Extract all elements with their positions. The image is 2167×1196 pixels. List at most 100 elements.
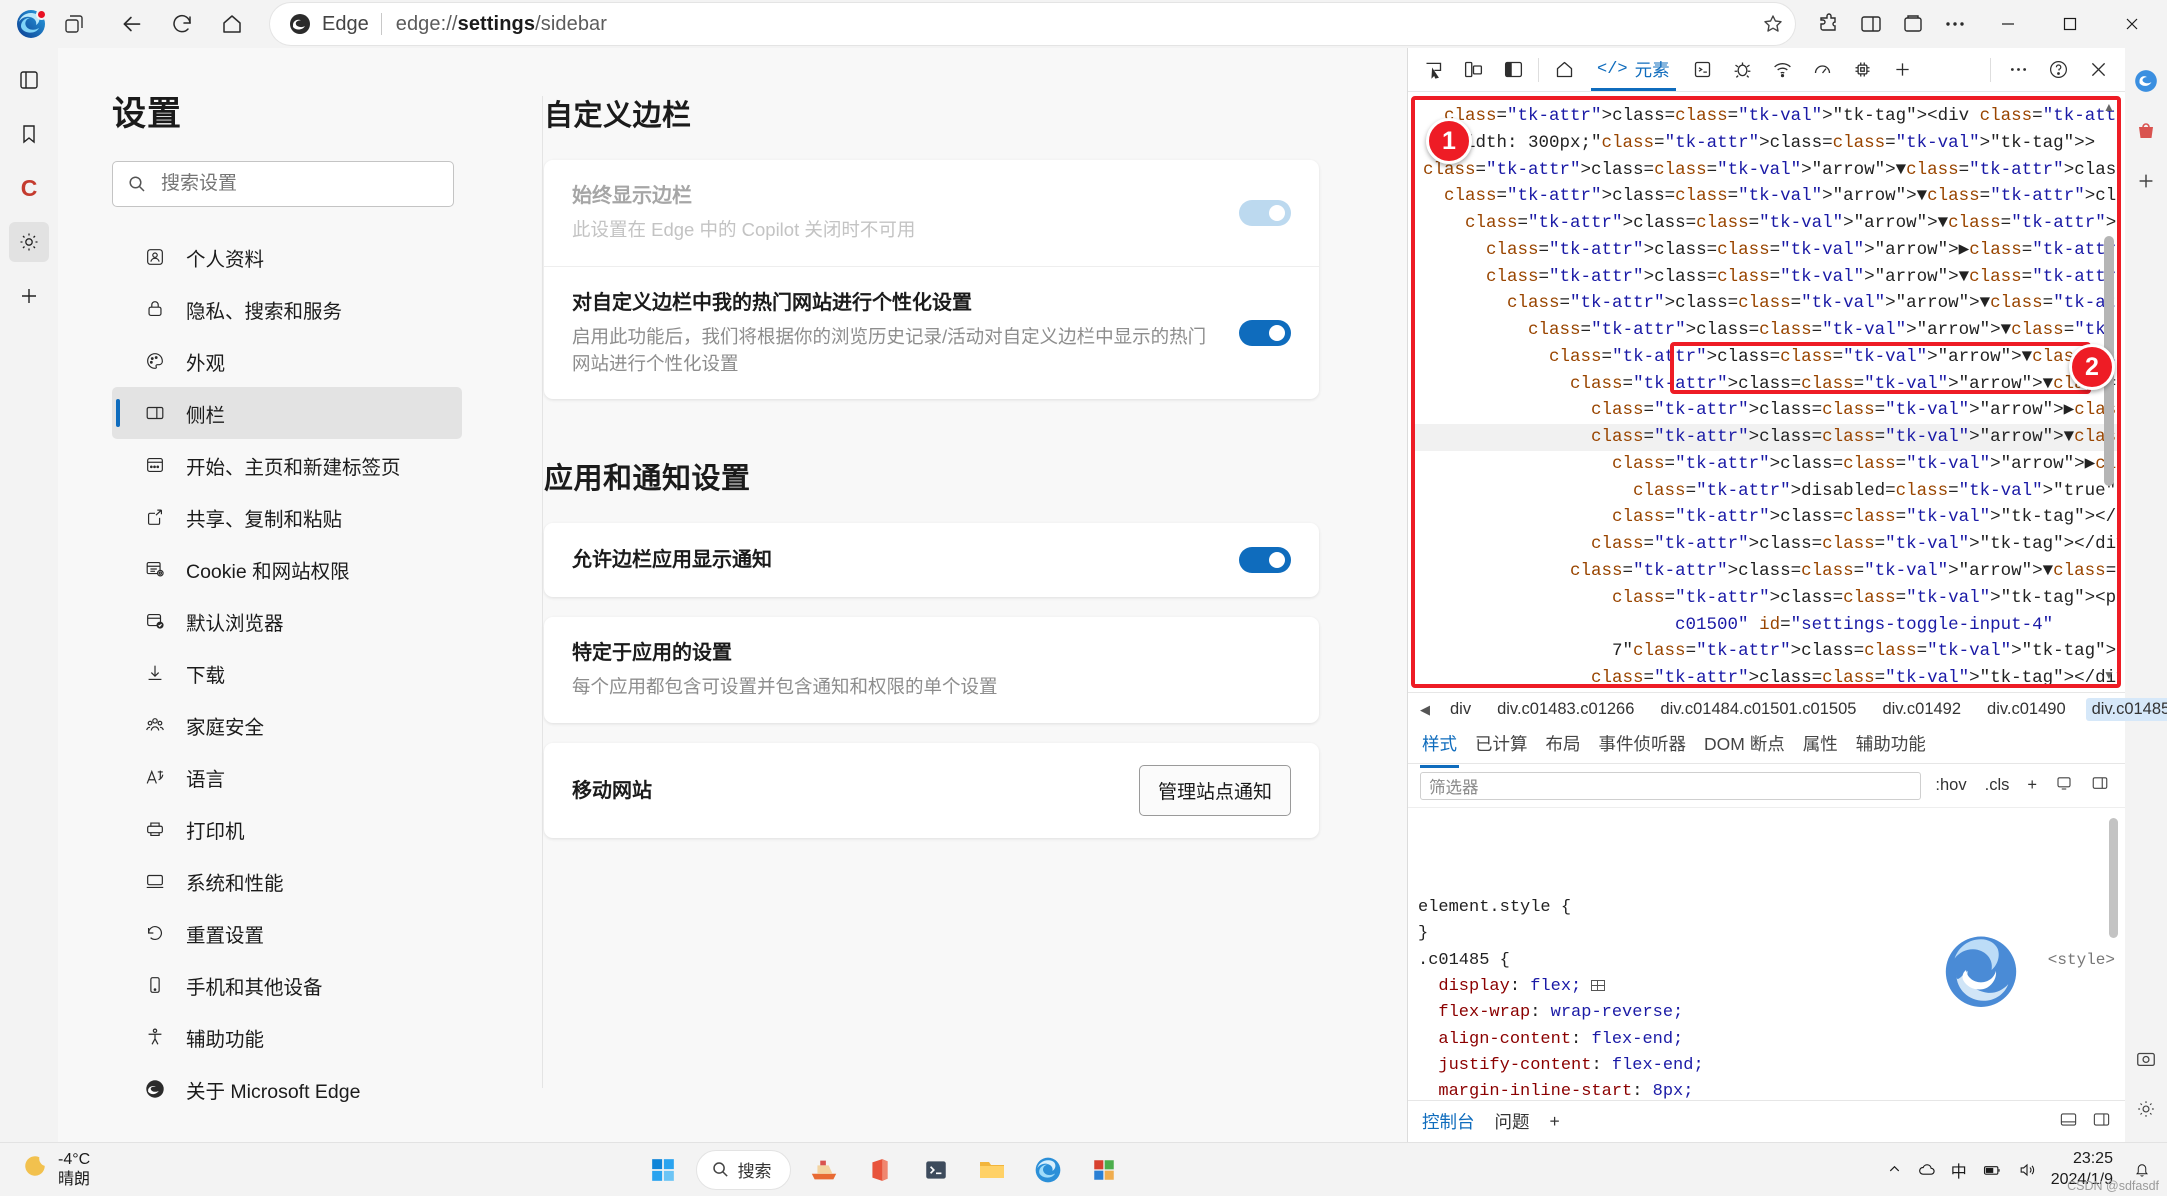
styles-scrollbar[interactable] bbox=[2109, 818, 2119, 1090]
maximize-button[interactable] bbox=[2039, 1, 2101, 47]
computed-sidebar-icon[interactable] bbox=[2087, 774, 2113, 797]
breadcrumb-item[interactable]: div bbox=[1444, 698, 1477, 721]
sidebar-item-15[interactable]: 手机和其他设备 bbox=[112, 959, 462, 1011]
sidebar-item-9[interactable]: 下载 bbox=[112, 647, 462, 699]
sidebar-shopping-icon[interactable] bbox=[2131, 116, 2161, 146]
dom-node-line[interactable]: class="tk-attr">class=class="tk-val">"tk… bbox=[1415, 504, 2117, 531]
settings-search[interactable] bbox=[112, 161, 454, 207]
styles-tab[interactable]: DOM 断点 bbox=[1704, 731, 1785, 759]
bug-icon[interactable] bbox=[1724, 52, 1762, 88]
address-url[interactable]: edge://settings/sidebar bbox=[396, 13, 607, 36]
dom-node-line[interactable]: class="tk-attr">class=class="tk-val">"tk… bbox=[1415, 665, 2117, 684]
memory-icon[interactable] bbox=[1844, 52, 1882, 88]
home-button[interactable] bbox=[212, 5, 252, 43]
sidebar-item-14[interactable]: 重置设置 bbox=[112, 907, 462, 959]
sidebar-item-7[interactable]: Cookie 和网站权限 bbox=[112, 543, 462, 595]
drawer-layout-icon[interactable] bbox=[2092, 1110, 2111, 1134]
setting-row[interactable]: 对自定义边栏中我的热门网站进行个性化设置 启用此功能后，我们将根据你的浏览历史记录… bbox=[544, 265, 1319, 400]
hov-button[interactable]: :hov bbox=[1931, 776, 1970, 795]
sidebar-copilot-icon[interactable] bbox=[2131, 66, 2161, 96]
taskbar-app-office-icon[interactable] bbox=[857, 1148, 903, 1192]
css-rule-selector[interactable]: element.style { bbox=[1418, 895, 2115, 921]
flex-editor-icon[interactable] bbox=[1591, 980, 1606, 992]
dom-node-line[interactable]: class="tk-attr">class=class="tk-val">"ar… bbox=[1415, 558, 2117, 585]
close-icon[interactable] bbox=[2079, 52, 2117, 88]
sidebar-item-6[interactable]: 共享、复制和粘贴 bbox=[112, 491, 462, 543]
device-toggle-icon[interactable] bbox=[1454, 52, 1492, 88]
taskbar-app-explorer-icon[interactable] bbox=[969, 1148, 1015, 1192]
sidebar-item-11[interactable]: 语言 bbox=[112, 751, 462, 803]
setting-toggle[interactable] bbox=[1239, 547, 1291, 574]
more-options-icon[interactable] bbox=[1935, 5, 1975, 43]
search-input[interactable] bbox=[161, 173, 439, 195]
performance-icon[interactable] bbox=[1804, 52, 1842, 88]
dom-node-line[interactable]: class="tk-attr">class=class="tk-val">"ar… bbox=[1415, 317, 2117, 344]
sidebar-item-2[interactable]: 隐私、搜索和服务 bbox=[112, 283, 462, 335]
sidebar-add-icon[interactable] bbox=[2131, 166, 2161, 196]
help-icon[interactable] bbox=[2039, 52, 2077, 88]
setting-row[interactable]: 特定于应用的设置 每个应用都包含可设置并包含通知和权限的单个设置 bbox=[544, 617, 1319, 723]
collections-icon[interactable] bbox=[1893, 5, 1933, 43]
dom-node-line[interactable]: 7"class="tk-attr">class=class="tk-val">"… bbox=[1415, 638, 2117, 665]
dom-node-line[interactable]: class="tk-attr">class=class="tk-val">"tk… bbox=[1415, 585, 2117, 612]
dom-node-line[interactable]: class="tk-attr">class=class="tk-val">"ar… bbox=[1415, 451, 2117, 478]
sidebar-item-13[interactable]: 系统和性能 bbox=[112, 855, 462, 907]
taskbar-search[interactable]: 搜索 bbox=[695, 1149, 791, 1190]
sidebar-item-4[interactable]: 侧栏 bbox=[112, 387, 462, 439]
tray-cloud-icon[interactable] bbox=[1917, 1160, 1937, 1180]
home-icon[interactable] bbox=[1545, 52, 1583, 88]
dom-node-line[interactable]: class="tk-attr">class=class="tk-val">"ar… bbox=[1415, 264, 2117, 291]
css-declaration[interactable]: margin-inline-start: 8px; bbox=[1418, 1079, 2115, 1100]
dom-node-line[interactable]: class="tk-attr">class=class="tk-val">"tk… bbox=[1415, 531, 2117, 558]
dom-scrollbar[interactable]: ▲ ▼ bbox=[2103, 100, 2115, 682]
drawer-dock-icon[interactable] bbox=[2059, 1110, 2078, 1134]
taskbar-app-boat-icon[interactable] bbox=[801, 1148, 847, 1192]
breadcrumb-item[interactable]: div.c01483.c01266 bbox=[1491, 698, 1640, 721]
split-screen-icon[interactable] bbox=[1851, 5, 1891, 43]
dom-node-line[interactable]: class="tk-attr">class=class="tk-val">"ar… bbox=[1415, 183, 2117, 210]
styles-tab[interactable]: 已计算 bbox=[1475, 731, 1528, 759]
tray-expand-icon[interactable] bbox=[1886, 1161, 1903, 1178]
styles-tab[interactable]: 样式 bbox=[1420, 731, 1459, 768]
styles-tab[interactable]: 事件侦听器 bbox=[1599, 731, 1687, 759]
sidebar-item-12[interactable]: 打印机 bbox=[112, 803, 462, 855]
taskbar-app-store-icon[interactable] bbox=[1081, 1148, 1127, 1192]
tray-battery-icon[interactable] bbox=[1981, 1160, 2003, 1180]
rail-settings-icon[interactable] bbox=[9, 222, 49, 262]
rail-bookmark-icon[interactable] bbox=[9, 114, 49, 154]
rail-add-icon[interactable] bbox=[9, 276, 49, 316]
sidebar-item-8[interactable]: 默认浏览器 bbox=[112, 595, 462, 647]
network-icon[interactable] bbox=[1764, 52, 1802, 88]
styles-tab[interactable]: 布局 bbox=[1546, 731, 1581, 759]
tray-ime-label[interactable]: 中 bbox=[1951, 1158, 1967, 1182]
tab-elements[interactable]: </> 元素 bbox=[1585, 49, 1682, 91]
dom-node-line[interactable]: class="tk-attr">class=class="tk-val">"ar… bbox=[1415, 210, 2117, 237]
setting-toggle[interactable] bbox=[1239, 320, 1291, 347]
sidebar-item-10[interactable]: 家庭安全 bbox=[112, 699, 462, 751]
dom-node-line[interactable]: class="tk-attr">class=class="tk-val">"ar… bbox=[1415, 290, 2117, 317]
breadcrumb-item[interactable]: div.c01484.c01501.c01505 bbox=[1654, 698, 1862, 721]
setting-row[interactable]: 移动网站 管理站点通知 bbox=[544, 743, 1319, 838]
scroll-up-arrow[interactable]: ▲ bbox=[2103, 100, 2115, 114]
scroll-down-arrow[interactable]: ▼ bbox=[2103, 668, 2115, 682]
taskbar-app-edge-icon[interactable] bbox=[1025, 1148, 1071, 1192]
dom-node-line[interactable]: class="tk-attr">class=class="tk-val">"ar… bbox=[1415, 397, 2117, 424]
breadcrumb-item[interactable]: div.c01492 bbox=[1876, 698, 1967, 721]
sidebar-item-17[interactable]: 关于 Microsoft Edge bbox=[112, 1063, 462, 1115]
breadcrumb-item[interactable]: div.c01490 bbox=[1981, 698, 2072, 721]
dom-node-line[interactable]: class="tk-attr">class=class="tk-val">"tk… bbox=[1415, 103, 2117, 130]
dom-node-line[interactable]: class="tk-attr">disabled=class="tk-val">… bbox=[1415, 478, 2117, 505]
more-icon[interactable] bbox=[1999, 52, 2037, 88]
console-drawer-icon[interactable] bbox=[1684, 52, 1722, 88]
rail-app-c-icon[interactable]: C bbox=[9, 168, 49, 208]
back-button[interactable] bbox=[112, 5, 152, 43]
toggle-element-state-icon[interactable] bbox=[2051, 774, 2077, 797]
add-panel-icon[interactable] bbox=[1884, 52, 1922, 88]
dock-side-icon[interactable] bbox=[1494, 52, 1532, 88]
taskbar-weather[interactable]: -4°C 晴朗 bbox=[0, 1150, 260, 1190]
sidebar-item-3[interactable]: 外观 bbox=[112, 335, 462, 387]
dom-node-line[interactable]: class="tk-attr">class=class="tk-val">"ar… bbox=[1415, 157, 2117, 184]
css-declaration[interactable]: align-content: flex-end; bbox=[1418, 1027, 2115, 1053]
close-window-button[interactable] bbox=[2101, 1, 2163, 47]
rail-tabs-icon[interactable] bbox=[9, 60, 49, 100]
